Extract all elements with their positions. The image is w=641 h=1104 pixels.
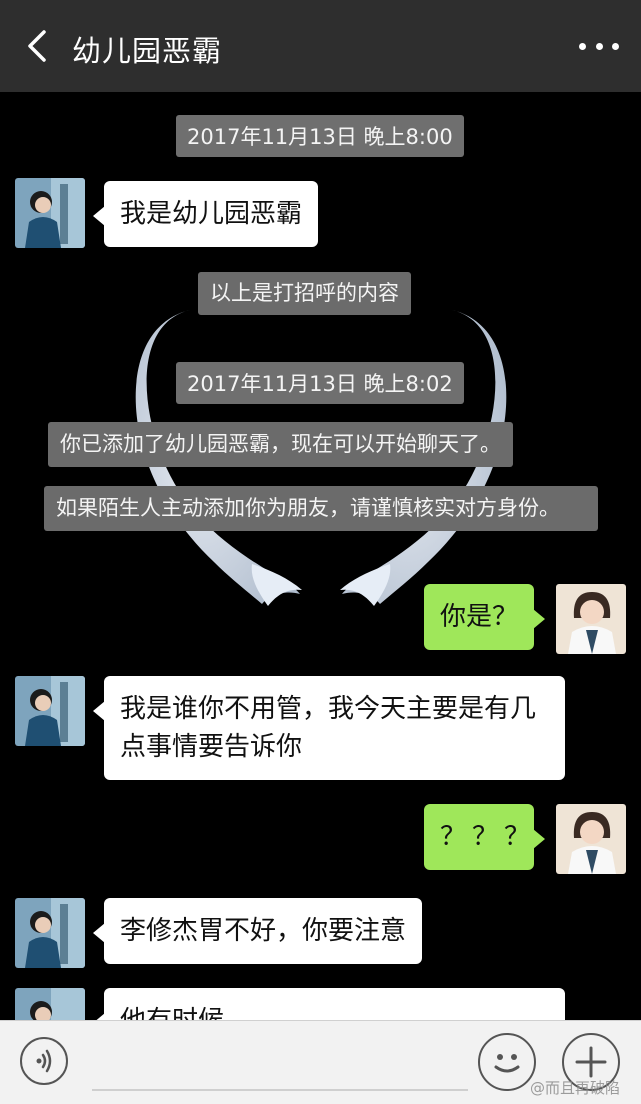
- chat-bubble-outgoing[interactable]: ？？？: [424, 804, 545, 870]
- avatar[interactable]: [556, 584, 626, 654]
- timestamp: 2017年11月13日 晚上8:02: [176, 362, 464, 404]
- chat-bubble-outgoing[interactable]: 你是？: [424, 584, 546, 650]
- chevron-left-icon[interactable]: [18, 26, 58, 66]
- chat-area[interactable]: 2017年11月13日 晚上8:00 我是幼儿园恶霸 以上是打招呼的内容 201…: [0, 92, 641, 1020]
- timestamp: 2017年11月13日 晚上8:00: [176, 115, 464, 157]
- chat-title: 幼儿园恶霸: [72, 34, 223, 68]
- avatar[interactable]: [556, 804, 626, 874]
- message-input[interactable]: [92, 1039, 468, 1091]
- system-tip: 如果陌生人主动添加你为朋友，请谨慎核实对方身份。: [44, 486, 598, 531]
- chat-bubble-incoming[interactable]: 我是幼儿园恶霸: [92, 181, 319, 247]
- wallpaper-art: [135, 310, 507, 606]
- input-bar: @而且再破陷: [0, 1020, 641, 1104]
- voice-icon[interactable]: [20, 1037, 68, 1085]
- chat-bubble-incoming[interactable]: 李修杰胃不好，你要注意: [92, 898, 423, 964]
- emoji-icon[interactable]: [478, 1033, 536, 1091]
- title-bar: 幼儿园恶霸: [0, 0, 641, 92]
- more-dots-icon[interactable]: [579, 34, 619, 58]
- avatar[interactable]: [15, 178, 85, 248]
- avatar[interactable]: [15, 898, 85, 968]
- watermark: @而且再破陷: [530, 1079, 621, 1097]
- avatar[interactable]: [15, 676, 85, 746]
- avatar[interactable]: [15, 988, 85, 1020]
- chat-bubble-incoming[interactable]: 我是谁你不用管，我今天主要是有几点事情要告诉你: [93, 676, 565, 780]
- system-tip: 以上是打招呼的内容: [198, 272, 411, 315]
- system-tip: 你已添加了幼儿园恶霸，现在可以开始聊天了。: [48, 422, 513, 467]
- chat-bubble-incoming[interactable]: 他有时候: [93, 988, 565, 1020]
